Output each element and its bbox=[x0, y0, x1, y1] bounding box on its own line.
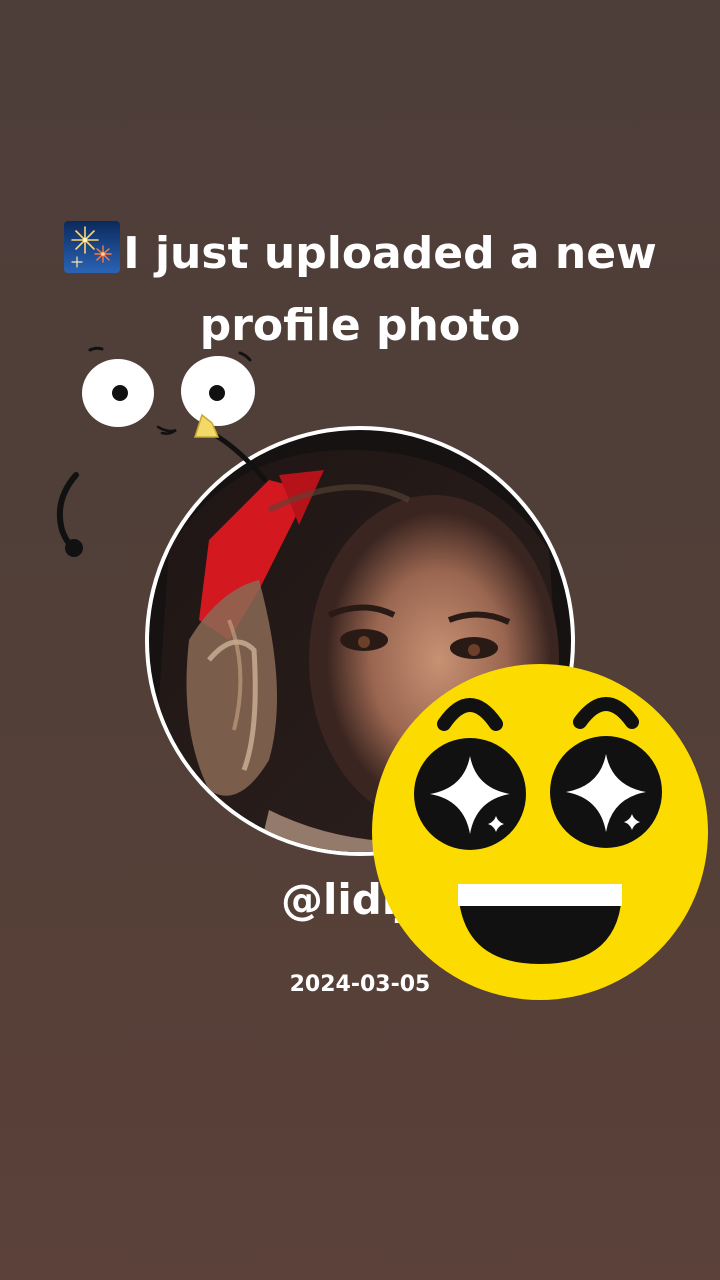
headline-text: I just uploaded a new profile photo bbox=[123, 228, 657, 351]
cartoon-eyes-doodle bbox=[40, 335, 280, 575]
star-struck-emoji bbox=[372, 664, 708, 1000]
fireworks-icon bbox=[63, 220, 121, 274]
profile-photo-announcement: I just uploaded a new profile photo @lid… bbox=[0, 0, 720, 1280]
